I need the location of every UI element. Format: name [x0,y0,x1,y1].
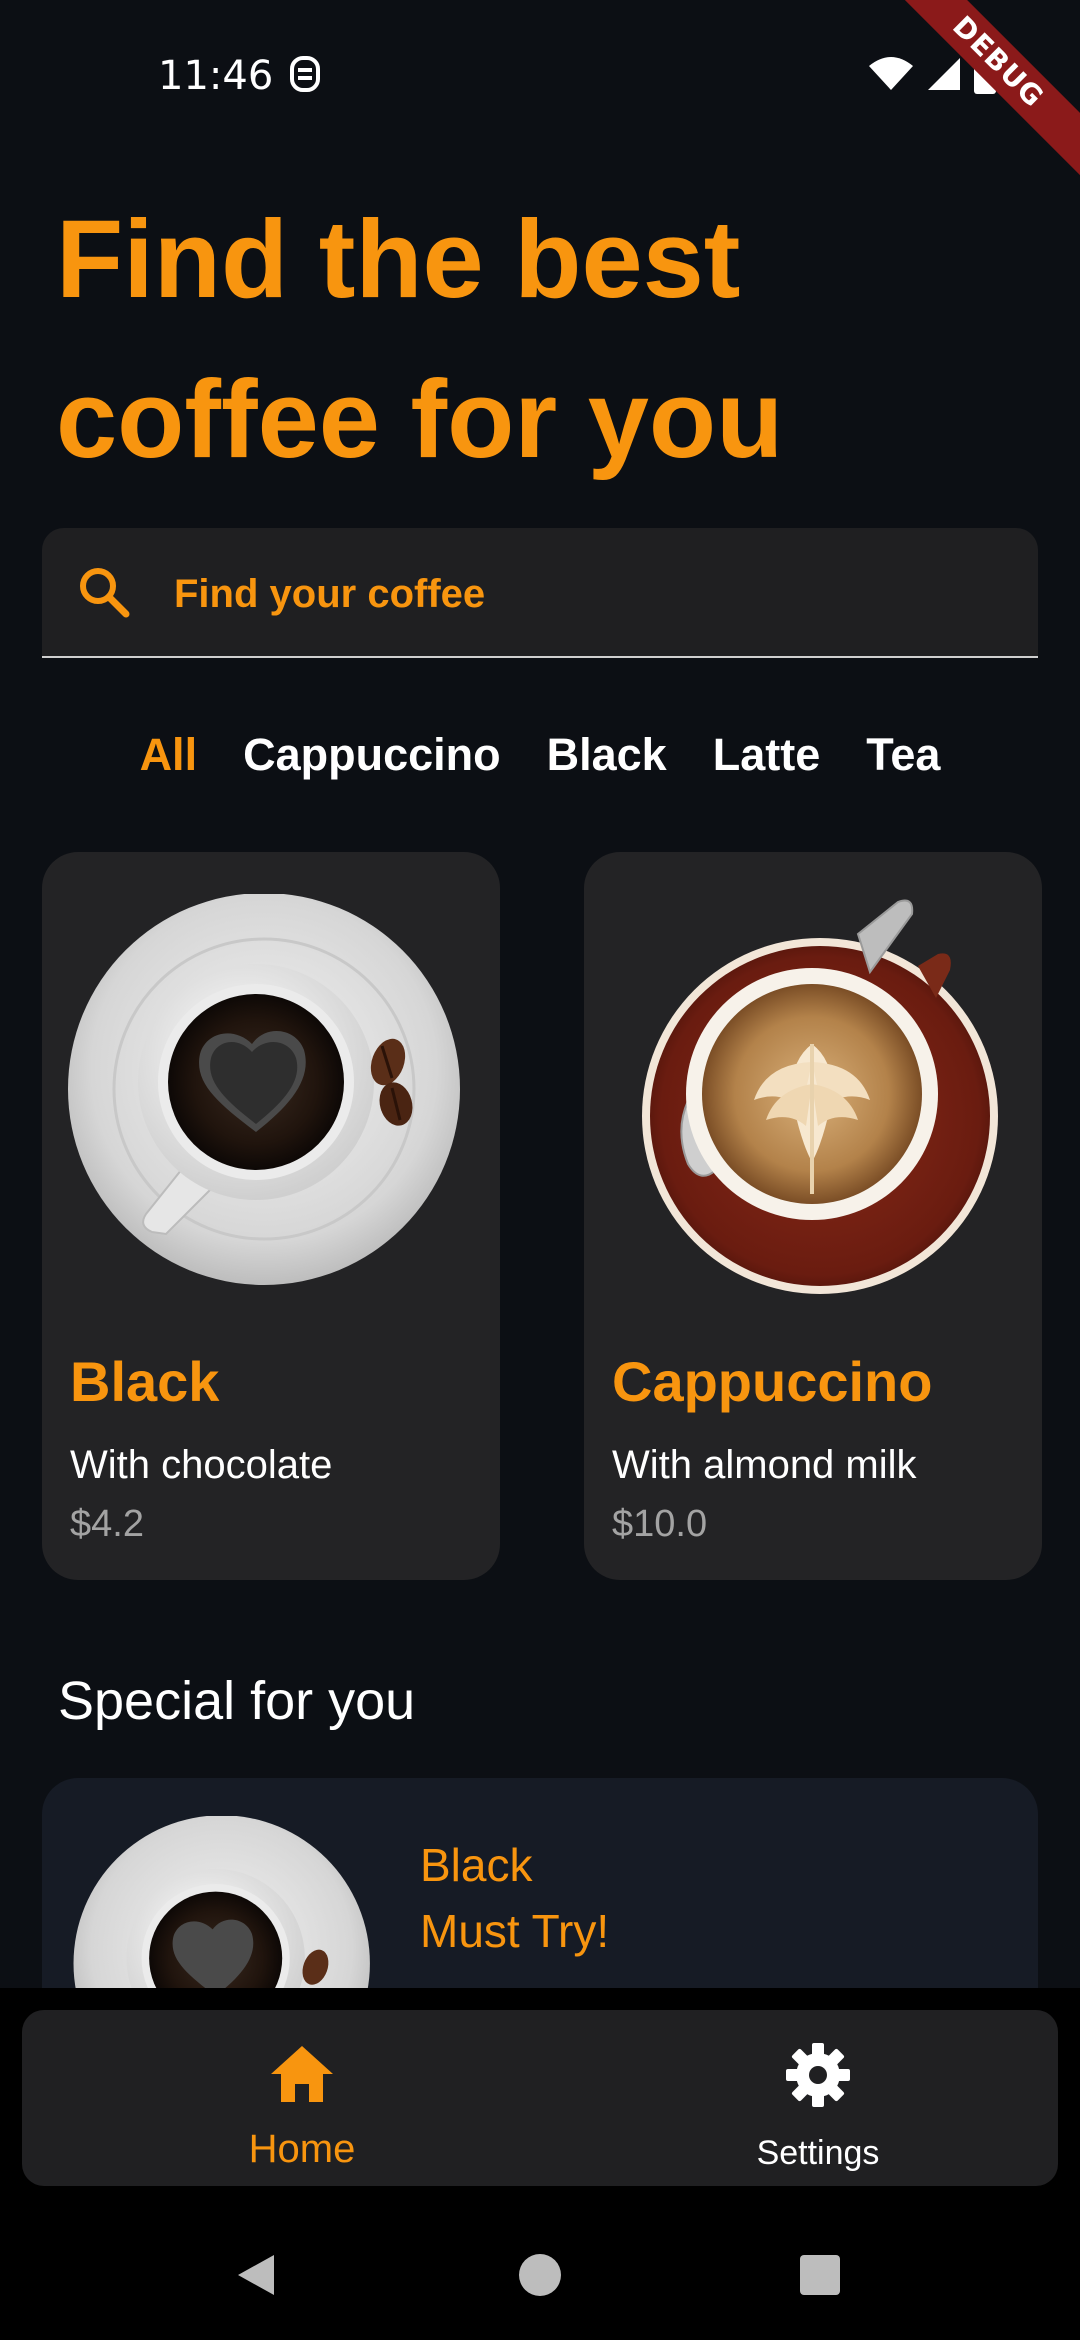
nav-label-settings: Settings [756,2134,880,2172]
special-item-name: Black [420,1839,533,1891]
recents-icon[interactable] [760,2210,880,2340]
bottom-navigation: Home Settings [22,2010,1058,2186]
tab-latte[interactable]: Latte [713,720,821,790]
tab-all[interactable]: All [140,720,198,790]
nav-item-home[interactable]: Home [152,2010,452,2186]
coffee-name: Cappuccino [612,1350,933,1413]
gear-icon [786,2043,850,2107]
coffee-price: $10.0 [612,1503,708,1545]
cappuccino-image [642,899,998,1294]
tab-tea[interactable]: Tea [866,720,940,790]
coffee-description: With chocolate [70,1443,333,1487]
coffee-name: Black [70,1350,220,1413]
coffee-description: With almond milk [612,1443,917,1487]
special-tagline: Must Try! [420,1905,610,1957]
coffee-card-black[interactable]: Black With chocolate $4.2 [42,852,500,1580]
cellular-signal-icon [928,58,960,90]
nav-item-settings[interactable]: Settings [668,2010,968,2186]
search-input[interactable] [172,558,996,630]
tab-black[interactable]: Black [547,720,667,790]
search-bar[interactable] [42,528,1038,658]
special-section-title: Special for you [58,1671,416,1731]
system-navigation-bar [0,2210,1080,2340]
title-line-2: coffee for you [56,358,784,481]
tab-cappuccino[interactable]: Cappuccino [243,720,501,790]
wifi-icon [869,57,913,90]
status-time: 11:46 [158,53,274,99]
coffee-price: $4.2 [70,1503,144,1545]
debug-banner: DEBUG [862,0,1080,198]
back-icon[interactable] [196,2210,316,2340]
app-screen: 11:46 DEBUG Find the best coffee for you [0,0,1080,2340]
page-title: Find the best coffee for you [56,180,956,500]
status-bar: 11:46 DEBUG [0,0,1080,198]
search-icon [80,568,130,618]
app-notification-icon [290,56,320,92]
title-line-1: Find the best [56,198,741,321]
home-icon [271,2046,333,2102]
black-coffee-image [68,894,460,1285]
nav-label-home: Home [248,2127,356,2171]
category-tabs: All Cappuccino Black Latte Tea [0,720,1080,790]
home-circle-icon[interactable] [480,2210,600,2340]
coffee-card-cappuccino[interactable]: Cappuccino With almond milk $10.0 [584,852,1042,1580]
